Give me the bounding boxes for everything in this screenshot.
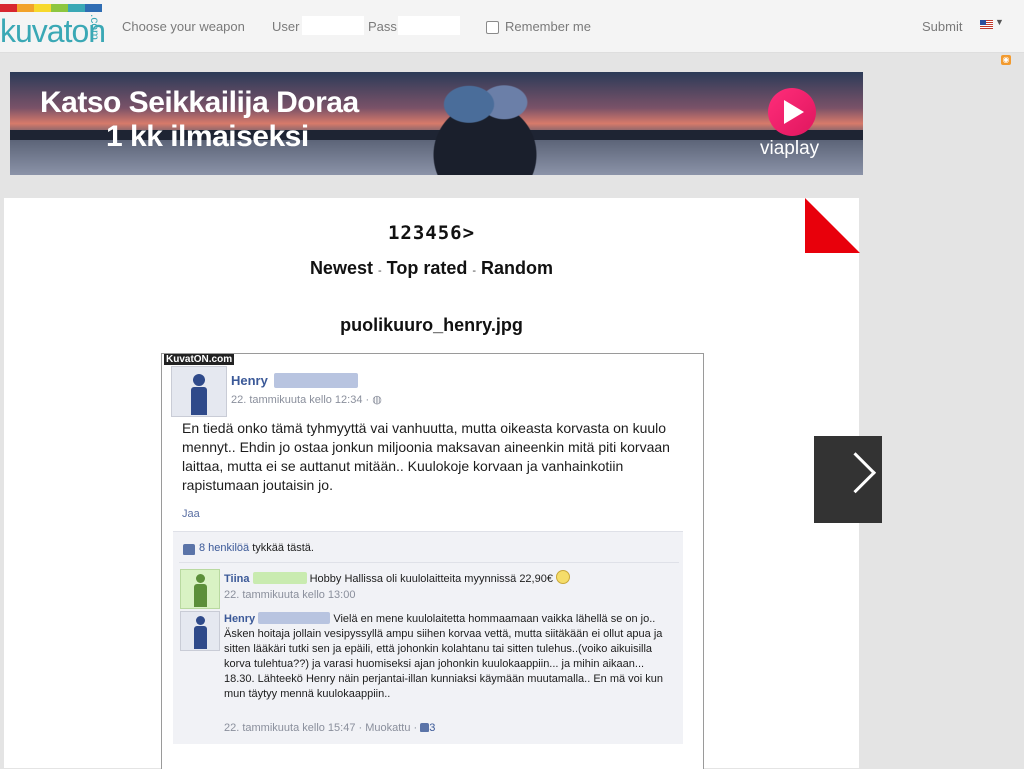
chevron-down-icon[interactable]: ▼ — [995, 17, 1004, 27]
comment-text: Vielä en mene kuulolaitetta hommaamaan v… — [224, 613, 664, 700]
us-flag-icon[interactable] — [980, 20, 993, 29]
redacted-name — [252, 572, 307, 584]
person-body — [194, 584, 207, 607]
person-body — [191, 387, 207, 415]
person-icon — [196, 574, 205, 583]
thumbs-up-icon — [183, 544, 195, 555]
ad-photo — [405, 74, 565, 175]
logo-color-bar-1 — [0, 4, 17, 12]
comments-box: 8 henkilöä tykkää tästä. Tiina Hobby Hal… — [173, 531, 683, 744]
image-screenshot[interactable]: KuvatON.com Henry 22. tammikuuta kello 1… — [161, 353, 704, 769]
post-text: En tiedä onko tämä tyhmyyttä vai vanhuut… — [182, 420, 670, 493]
likes-count: 8 henkilöä — [199, 542, 250, 554]
submit-button[interactable]: Submit — [922, 19, 962, 34]
avatar — [180, 569, 220, 609]
comment-author: Tiina — [224, 573, 250, 585]
logo-color-bar-5 — [68, 4, 85, 12]
globe-icon: ◍ — [372, 394, 382, 406]
avatar — [171, 366, 227, 417]
comment-meta: 22. tammikuuta kello 15:47 · Muokattu · … — [224, 722, 435, 734]
redacted-name — [258, 612, 331, 624]
play-icon — [784, 100, 804, 124]
site-logo[interactable]: kuvaton .com — [0, 4, 106, 50]
person-icon — [193, 374, 205, 386]
person-icon — [196, 616, 205, 625]
sort-separator: - — [472, 265, 477, 277]
sort-random-link[interactable]: Random — [481, 258, 553, 278]
choose-weapon-link[interactable]: Choose your weapon — [122, 19, 245, 34]
comment-1: Tiina Hobby Hallissa oli kuulolaitteita … — [224, 570, 674, 587]
comment-text: Hobby Hallissa oli kuulolaitteita myynni… — [309, 573, 553, 585]
user-label: User — [272, 19, 300, 34]
logo-color-bar-2 — [17, 4, 34, 12]
person-body — [194, 626, 207, 649]
sort-links: Newest - Top rated - Random — [4, 258, 859, 279]
post-time: 22. tammikuuta kello 12:34 · — [231, 394, 373, 406]
chevron-right-icon — [835, 452, 877, 494]
avatar — [180, 611, 220, 651]
sort-separator: - — [377, 265, 382, 277]
top-bar: kuvaton .com Choose your weapon User Pas… — [0, 0, 1024, 53]
pass-label: Pass — [368, 19, 397, 34]
ad-brand: viaplay — [760, 138, 820, 159]
thumbs-up-icon — [420, 723, 430, 732]
post-author: Henry — [231, 373, 268, 388]
next-image-button[interactable] — [814, 436, 882, 523]
comment-meta: 22. tammikuuta kello 13:00 — [224, 589, 356, 601]
logo-suffix: .com — [88, 14, 102, 41]
logo-color-bar-3 — [34, 4, 51, 12]
watermark: KuvatON.com — [164, 354, 235, 365]
smiley-icon — [556, 570, 571, 584]
divider — [179, 562, 679, 563]
viaplay-logo-icon — [768, 88, 816, 136]
likes-line: 8 henkilöä tykkää tästä. — [199, 542, 314, 554]
comment-time: 22. tammikuuta kello 15:47 · Muokattu · — [224, 722, 421, 734]
sort-newest-link[interactable]: Newest — [310, 258, 373, 278]
sort-top-rated-link[interactable]: Top rated — [387, 258, 468, 278]
remember-me-checkbox[interactable] — [486, 21, 499, 34]
flag-canton — [980, 20, 986, 25]
logo-color-bar-6 — [85, 4, 102, 12]
logo-color-bar-4 — [51, 4, 68, 12]
password-field[interactable] — [398, 16, 460, 35]
remember-me-label[interactable]: Remember me — [505, 19, 591, 34]
content-panel: 123456> Newest - Top rated - Random puol… — [4, 198, 860, 769]
likes-text: tykkää tästä. — [252, 542, 314, 554]
ad-banner[interactable]: Katso Seikkailija Doraa 1 kk ilmaiseksi … — [10, 72, 863, 175]
username-field[interactable] — [302, 16, 364, 35]
comment-2: Henry Vielä en mene kuulolaitetta hommaa… — [224, 612, 664, 702]
rss-icon[interactable]: ◉ — [1001, 55, 1011, 65]
comment-author: Henry — [224, 613, 256, 625]
post-meta: 22. tammikuuta kello 12:34 · ◍ — [231, 393, 382, 406]
image-title: puolikuuro_henry.jpg — [340, 315, 523, 335]
comment-likes: 3 — [429, 722, 436, 734]
redacted-name — [274, 373, 358, 388]
ad-subheadline: 1 kk ilmaiseksi — [106, 120, 309, 153]
page-numbers[interactable]: 123456> — [4, 222, 859, 244]
ad-headline: Katso Seikkailija Doraa — [40, 86, 359, 119]
share-link: Jaa — [182, 508, 200, 520]
